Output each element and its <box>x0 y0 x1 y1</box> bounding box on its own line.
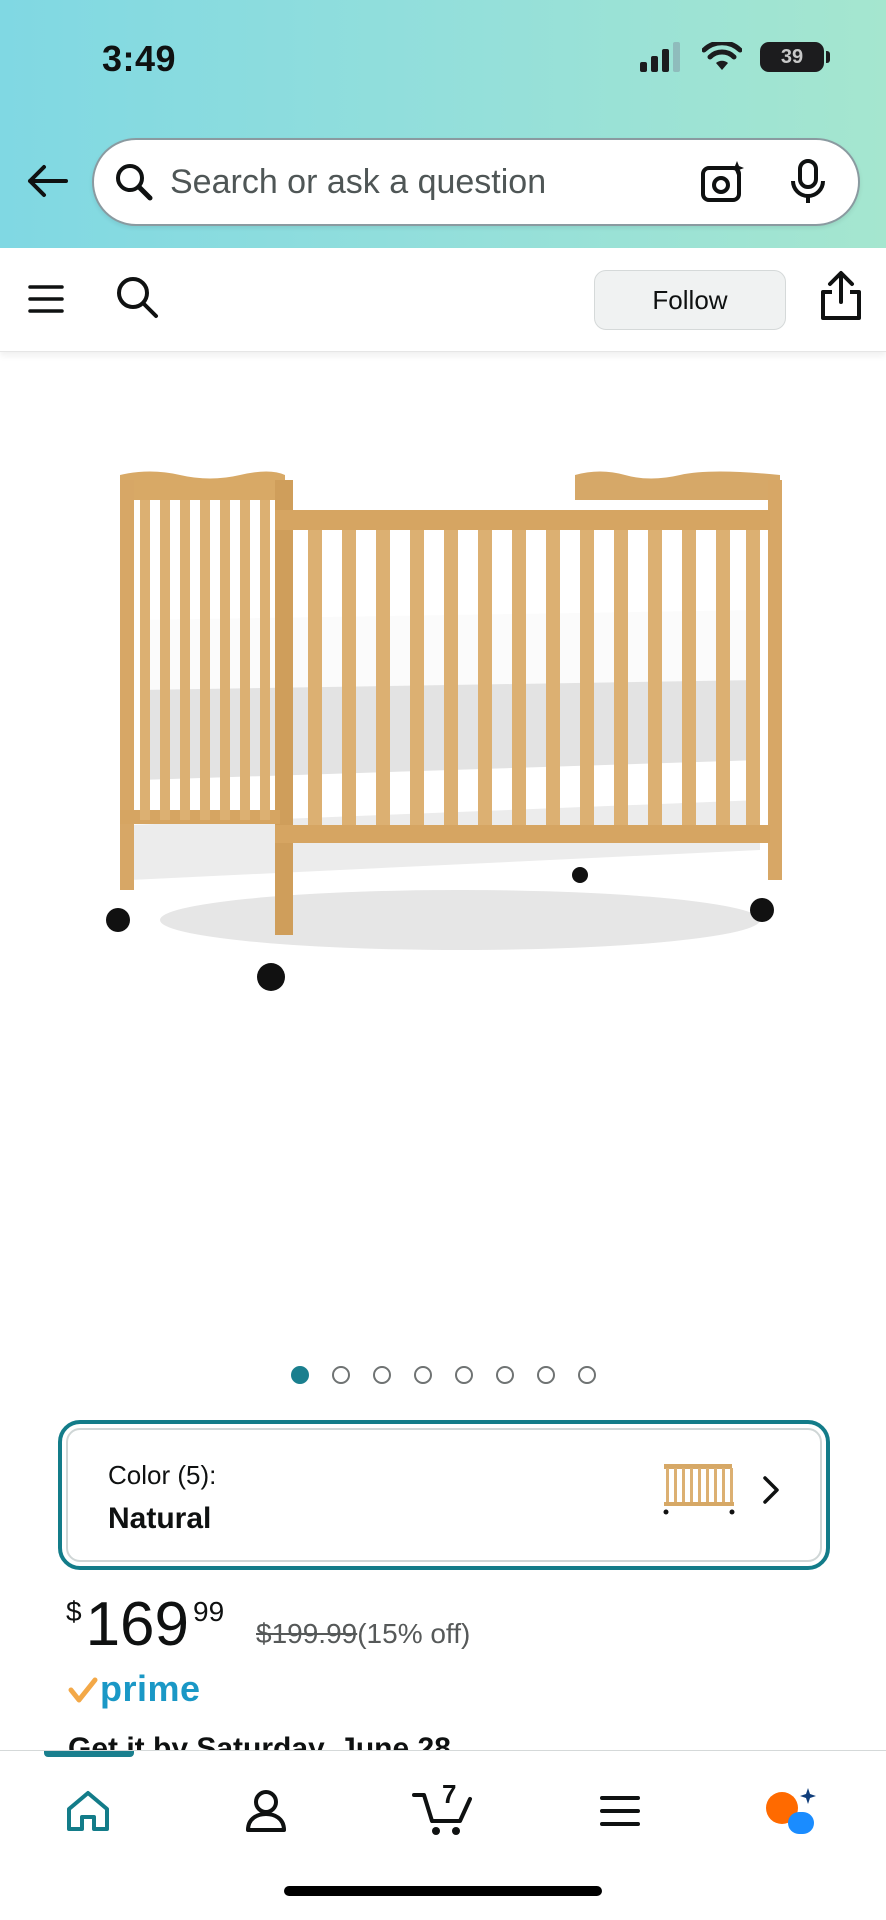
home-icon <box>67 1791 109 1831</box>
chevron-right-icon <box>763 1476 779 1504</box>
battery-level: 39 <box>780 45 804 68</box>
user-icon <box>246 1790 286 1832</box>
nav-active-indicator <box>44 1751 134 1757</box>
store-toolbar: Follow <box>0 248 886 352</box>
wifi-icon <box>702 42 742 70</box>
color-selector[interactable]: Color (5): Natural <box>58 1420 830 1570</box>
battery-icon: 39 <box>760 42 824 72</box>
prime-check-icon <box>68 1677 98 1703</box>
carousel-dot[interactable] <box>577 1366 596 1384</box>
carousel-dot[interactable] <box>331 1366 350 1384</box>
search-input[interactable]: Search or ask a question <box>92 138 860 226</box>
carousel-dot[interactable] <box>454 1366 473 1384</box>
nav-account[interactable] <box>236 1781 296 1841</box>
back-button[interactable] <box>24 158 70 204</box>
image-carousel-dots <box>0 1366 886 1384</box>
home-indicator <box>284 1886 602 1896</box>
price-currency: $ <box>66 1596 82 1627</box>
color-label: Color (5): <box>108 1460 217 1490</box>
search-placeholder: Search or ask a question <box>170 162 547 201</box>
camera-search-icon[interactable] <box>700 159 746 205</box>
status-icons: 39 <box>640 42 830 72</box>
battery-tip <box>826 51 830 63</box>
menu-icon <box>600 1796 640 1826</box>
follow-button[interactable]: Follow <box>594 270 786 330</box>
list-price-block: $199.99(15% off) <box>256 1618 470 1650</box>
prime-label: prime <box>100 1668 201 1709</box>
prime-badge: prime <box>68 1668 201 1710</box>
price-whole: 169 <box>85 1590 190 1659</box>
status-time: 3:49 <box>102 38 177 79</box>
carousel-dot[interactable] <box>372 1366 391 1384</box>
cart-count: 7 <box>442 1779 457 1809</box>
microphone-icon[interactable] <box>788 159 828 205</box>
nav-home[interactable] <box>58 1781 118 1841</box>
product-image[interactable] <box>80 440 800 1020</box>
list-price: $199.99 <box>256 1618 358 1649</box>
price-fraction: 99 <box>193 1596 225 1627</box>
nav-cart[interactable]: 7 <box>412 1779 476 1841</box>
carousel-dot[interactable] <box>536 1366 555 1384</box>
back-arrow-icon <box>28 165 68 197</box>
header: 3:49 39 Search or ask a question <box>0 0 886 248</box>
nav-rufus[interactable] <box>762 1781 822 1841</box>
carousel-dot[interactable] <box>495 1366 514 1384</box>
store-search-icon[interactable] <box>114 274 160 320</box>
nav-menu[interactable] <box>590 1781 650 1841</box>
rufus-assistant-icon <box>766 1788 816 1834</box>
hamburger-menu-icon[interactable] <box>28 284 64 314</box>
signal-icon <box>640 42 680 72</box>
discount: (15% off) <box>357 1618 471 1649</box>
carousel-dot[interactable] <box>290 1366 309 1384</box>
carousel-dot[interactable] <box>413 1366 432 1384</box>
price: $ 169 99 <box>66 1592 224 1658</box>
color-thumbnail <box>663 1464 735 1515</box>
search-icon <box>116 164 153 201</box>
share-icon[interactable] <box>818 270 864 322</box>
color-value: Natural <box>108 1502 212 1535</box>
